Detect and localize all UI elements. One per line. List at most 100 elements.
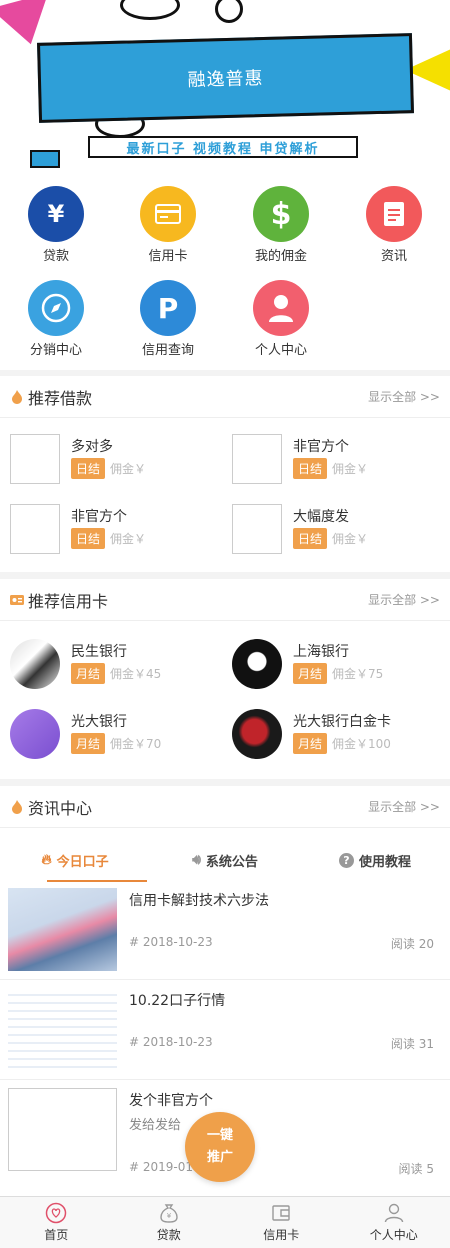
news-date: # 2018-10-23 (129, 935, 213, 949)
loan-item[interactable]: 非官方个 日结 佣金￥ (0, 504, 225, 574)
nav-label: 贷款 (156, 1228, 181, 1242)
grid-label: 信用查询 (141, 343, 194, 358)
commission: 佣金￥75 (332, 667, 384, 681)
grid-item-credit-query[interactable]: P 信用查询 (112, 280, 224, 358)
card-item[interactable]: 民生银行 月结 佣金￥45 (0, 639, 225, 709)
dollar-icon: $ (253, 186, 309, 242)
news-tabs: 🔥︎ 今日口子 🔊︎ 系统公告 ? 使用教程 (0, 834, 450, 886)
product-name: 多对多 (71, 439, 113, 455)
grid-item-commission[interactable]: $ 我的佣金 (225, 186, 337, 264)
nav-credit-card[interactable]: 信用卡 (225, 1197, 338, 1248)
settle-tag: 日结 (293, 528, 328, 549)
settle-tag: 月结 (71, 663, 106, 684)
loan-section: 推荐借款 显示全部 >> 多对多 日结 佣金￥ 非官方个 日结 佣金￥ 非官方个… (0, 376, 450, 572)
product-name: 大幅度发 (293, 509, 349, 525)
bank-logo (10, 639, 60, 689)
show-all-link[interactable]: 显示全部 >> (368, 591, 440, 608)
product-image (232, 434, 282, 484)
grid-label: 我的佣金 (254, 249, 307, 264)
section-header: 推荐借款 显示全部 >> (0, 376, 450, 418)
show-all-link[interactable]: 显示全部 >> (368, 388, 440, 405)
grid-item-profile[interactable]: 个人中心 (225, 280, 337, 358)
product-name: 非官方个 (293, 439, 349, 455)
news-item[interactable]: 信用卡解封技术六步法 # 2018-10-23 阅读 20 (0, 880, 450, 980)
commission: 佣金￥ (332, 532, 369, 546)
product-image (232, 504, 282, 554)
tab-tutorial[interactable]: ? 使用教程 (300, 834, 450, 886)
grid-item-news[interactable]: 资讯 (338, 186, 450, 264)
news-item[interactable]: 10.22口子行情 # 2018-10-23 阅读 31 (0, 980, 450, 1080)
commission: 佣金￥ (110, 462, 147, 476)
grid-label: 分销中心 (29, 343, 82, 358)
grid-item-credit-card[interactable]: 信用卡 (112, 186, 224, 264)
user-icon (384, 1203, 403, 1223)
promote-label: 一键 (206, 1127, 233, 1143)
home-icon (46, 1202, 67, 1224)
nav-profile[interactable]: 个人中心 (338, 1197, 450, 1248)
compass-icon (28, 280, 84, 336)
tab-label: 系统公告 (205, 854, 258, 870)
news-date: # 2018-10-23 (129, 1035, 213, 1049)
settle-tag: 月结 (71, 733, 106, 754)
card-item[interactable]: 上海银行 月结 佣金￥75 (222, 639, 447, 709)
news-date: # 2019-01 (129, 1160, 194, 1174)
grid-label: 个人中心 (254, 343, 307, 358)
settle-tag: 日结 (71, 458, 106, 479)
tab-label: 今日口子 (56, 854, 109, 870)
commission: 佣金￥ (332, 462, 369, 476)
settle-tag: 日结 (71, 528, 106, 549)
card-item[interactable]: 光大银行 月结 佣金￥70 (0, 709, 225, 779)
banner-strip: 最新口子 视频教程 申贷解析 (88, 136, 358, 158)
tab-label: 使用教程 (358, 854, 411, 870)
product-image (10, 434, 60, 484)
promote-button[interactable]: 一键 推广 (185, 1112, 255, 1182)
show-all-link[interactable]: 显示全部 >> (368, 798, 440, 815)
promo-banner[interactable]: 融逸普惠 最新口子 视频教程 申贷解析 (0, 0, 450, 170)
news-subtitle: 发给发给 (129, 1118, 182, 1133)
bottom-nav: 首页 ¥ 贷款 信用卡 个人中心 (0, 1196, 450, 1248)
product-name: 上海银行 (293, 644, 349, 660)
settle-tag: 日结 (293, 458, 328, 479)
loan-item[interactable]: 大幅度发 日结 佣金￥ (222, 504, 447, 574)
credit-card-icon (140, 186, 196, 242)
news-image (8, 1088, 117, 1171)
nav-home[interactable]: 首页 (0, 1197, 113, 1248)
decor-eye (120, 0, 180, 20)
loan-item[interactable]: 多对多 日结 佣金￥ (0, 434, 225, 504)
grid-label: 贷款 (42, 249, 69, 264)
nav-loan[interactable]: ¥ 贷款 (113, 1197, 226, 1248)
loan-item[interactable]: 非官方个 日结 佣金￥ (222, 434, 447, 504)
card-item[interactable]: 光大银行白金卡 月结 佣金￥100 (222, 709, 447, 779)
settle-tag: 月结 (293, 663, 328, 684)
nav-label: 个人中心 (369, 1228, 418, 1242)
news-reads: 阅读 31 (390, 1037, 434, 1051)
grid-item-distribution[interactable]: 分销中心 (0, 280, 112, 358)
settle-tag: 月结 (293, 733, 328, 754)
section-title: 推荐信用卡 (28, 591, 109, 611)
tab-today[interactable]: 🔥︎ 今日口子 (0, 834, 150, 886)
banner-title: 融逸普惠 (187, 68, 264, 91)
grid-label: 信用卡 (148, 249, 188, 264)
nav-label: 信用卡 (263, 1228, 300, 1242)
card-section: 推荐信用卡 显示全部 >> 民生银行 月结 佣金￥45 上海银行 月结 佣金￥7… (0, 579, 450, 779)
document-icon (366, 186, 422, 242)
commission: 佣金￥45 (110, 667, 162, 681)
flame-icon: 🔥︎ (41, 852, 52, 868)
product-name: 光大银行 (71, 714, 127, 730)
nav-label: 首页 (44, 1228, 69, 1242)
product-name: 民生银行 (71, 644, 127, 660)
commission: 佣金￥ (110, 532, 147, 546)
id-card-icon (10, 594, 24, 605)
news-title: 10.22口子行情 (129, 993, 226, 1009)
bank-logo (232, 709, 282, 759)
news-title: 信用卡解封技术六步法 (129, 893, 269, 909)
commission: 佣金￥70 (110, 737, 162, 751)
product-name: 非官方个 (71, 509, 127, 525)
svg-text:¥: ¥ (167, 1212, 172, 1220)
product-image (10, 504, 60, 554)
tab-announcements[interactable]: 🔊︎ 系统公告 (150, 834, 300, 886)
grid-item-loan[interactable]: ¥ 贷款 (0, 186, 112, 264)
decor-circle (215, 0, 243, 23)
feature-grid: ¥ 贷款 信用卡 $ 我的佣金 资讯 分销中心 P 信用查询 个人中心 (0, 170, 450, 370)
news-image (8, 988, 117, 1071)
